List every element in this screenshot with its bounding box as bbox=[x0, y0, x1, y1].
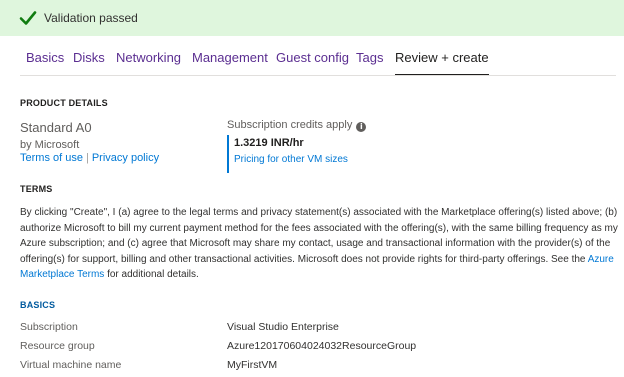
privacy-policy-link[interactable]: Privacy policy bbox=[92, 152, 159, 164]
tab-basics[interactable]: Basics bbox=[26, 50, 64, 65]
terms-suffix: for additional details. bbox=[104, 269, 199, 280]
validation-banner: Validation passed bbox=[0, 0, 624, 36]
basics-heading: BASICS bbox=[20, 300, 56, 310]
price-value: 1.3219 INR/hr bbox=[234, 137, 304, 149]
validation-message: Validation passed bbox=[44, 11, 138, 25]
pricing-other-sizes-link[interactable]: Pricing for other VM sizes bbox=[234, 154, 348, 165]
tab-review-create[interactable]: Review + create bbox=[395, 50, 489, 76]
credits-label-row: Subscription credits apply i bbox=[227, 119, 367, 132]
check-icon bbox=[19, 11, 37, 25]
product-details-heading: PRODUCT DETAILS bbox=[20, 98, 108, 108]
subscription-label: Subscription bbox=[20, 321, 78, 333]
terms-heading: TERMS bbox=[20, 184, 53, 194]
vm-name-label: Virtual machine name bbox=[20, 359, 122, 371]
tab-tags[interactable]: Tags bbox=[356, 50, 383, 65]
terms-body: By clicking "Create", I (a) agree to the… bbox=[20, 205, 622, 283]
terms-of-use-link[interactable]: Terms of use bbox=[20, 152, 83, 164]
tab-management[interactable]: Management bbox=[192, 50, 268, 65]
tab-guest-config[interactable]: Guest config bbox=[276, 50, 349, 65]
terms-text: By clicking "Create", I (a) agree to the… bbox=[20, 207, 618, 265]
product-publisher: by Microsoft bbox=[20, 139, 80, 151]
product-links: Terms of use | Privacy policy bbox=[20, 152, 159, 164]
link-separator: | bbox=[85, 152, 89, 164]
tab-disks[interactable]: Disks bbox=[73, 50, 105, 65]
resource-group-value: Azure120170604024032ResourceGroup bbox=[227, 340, 417, 352]
resource-group-label: Resource group bbox=[20, 340, 95, 352]
info-icon[interactable]: i bbox=[356, 122, 367, 132]
tab-divider bbox=[20, 75, 616, 76]
vm-name-value: MyFirstVM bbox=[227, 359, 278, 371]
tab-networking[interactable]: Networking bbox=[116, 50, 181, 65]
credits-label: Subscription credits apply bbox=[227, 119, 353, 131]
price-accent-bar bbox=[227, 135, 229, 173]
product-name: Standard A0 bbox=[20, 120, 92, 135]
subscription-value: Visual Studio Enterprise bbox=[227, 321, 339, 333]
